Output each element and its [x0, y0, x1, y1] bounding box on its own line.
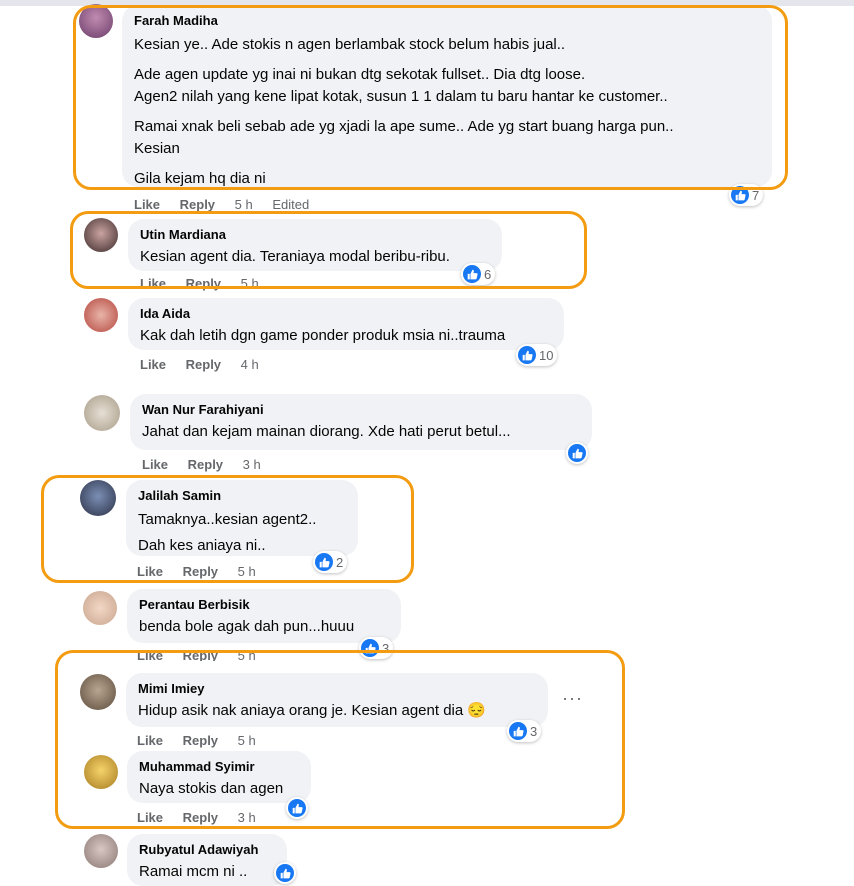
like-link[interactable]: Like	[134, 197, 160, 212]
timestamp[interactable]: 4 h	[241, 357, 259, 372]
reaction-indicator[interactable]	[274, 862, 296, 884]
avatar[interactable]	[84, 298, 118, 332]
edited-label: Edited	[272, 197, 310, 212]
avatar[interactable]	[84, 834, 118, 868]
reaction-count[interactable]: 10	[516, 344, 558, 366]
like-link[interactable]: Like	[142, 457, 168, 472]
comment-author[interactable]: Ida Aida	[140, 306, 552, 322]
highlight-box	[73, 5, 788, 190]
avatar[interactable]	[84, 395, 120, 431]
comment-bubble: Wan Nur Farahiyani Jahat dan kejam maina…	[130, 394, 592, 450]
reply-link[interactable]: Reply	[186, 357, 221, 372]
highlight-box	[41, 475, 414, 583]
like-link[interactable]: Like	[140, 357, 166, 372]
comment-text: Jahat dan kejam mainan diorang. Xde hati…	[142, 423, 511, 440]
comment-bubble: Perantau Berbisik benda bole agak dah pu…	[127, 589, 401, 643]
reaction-indicator[interactable]	[566, 442, 588, 464]
comment-actions: Like Reply 5 h Edited	[134, 197, 325, 212]
highlight-box	[70, 211, 587, 289]
highlight-box	[55, 650, 625, 829]
comment-author[interactable]: Wan Nur Farahiyani	[142, 402, 580, 418]
timestamp[interactable]: 5 h	[235, 197, 253, 212]
comment-bubble: Ida Aida Kak dah letih dgn game ponder p…	[128, 298, 564, 350]
comment-author[interactable]: Rubyatul Adawiyah	[139, 842, 275, 858]
comment-actions: Like Reply 4 h	[140, 357, 275, 372]
thumbs-up-icon	[518, 346, 536, 364]
reply-link[interactable]: Reply	[188, 457, 223, 472]
timestamp[interactable]: 3 h	[243, 457, 261, 472]
comment-author[interactable]: Perantau Berbisik	[139, 597, 389, 613]
comment-text: Ramai mcm ni ..	[139, 863, 248, 880]
comment-bubble: Rubyatul Adawiyah Ramai mcm ni ..	[127, 834, 287, 886]
comment-actions: Like Reply 3 h	[142, 457, 277, 472]
thumbs-up-icon	[276, 864, 294, 882]
reply-link[interactable]: Reply	[180, 197, 215, 212]
comment-text: Kak dah letih dgn game ponder produk msi…	[140, 327, 506, 344]
thumbs-up-icon	[568, 444, 586, 462]
comment-text: benda bole agak dah pun...huuu	[139, 618, 355, 635]
avatar[interactable]	[83, 591, 117, 625]
